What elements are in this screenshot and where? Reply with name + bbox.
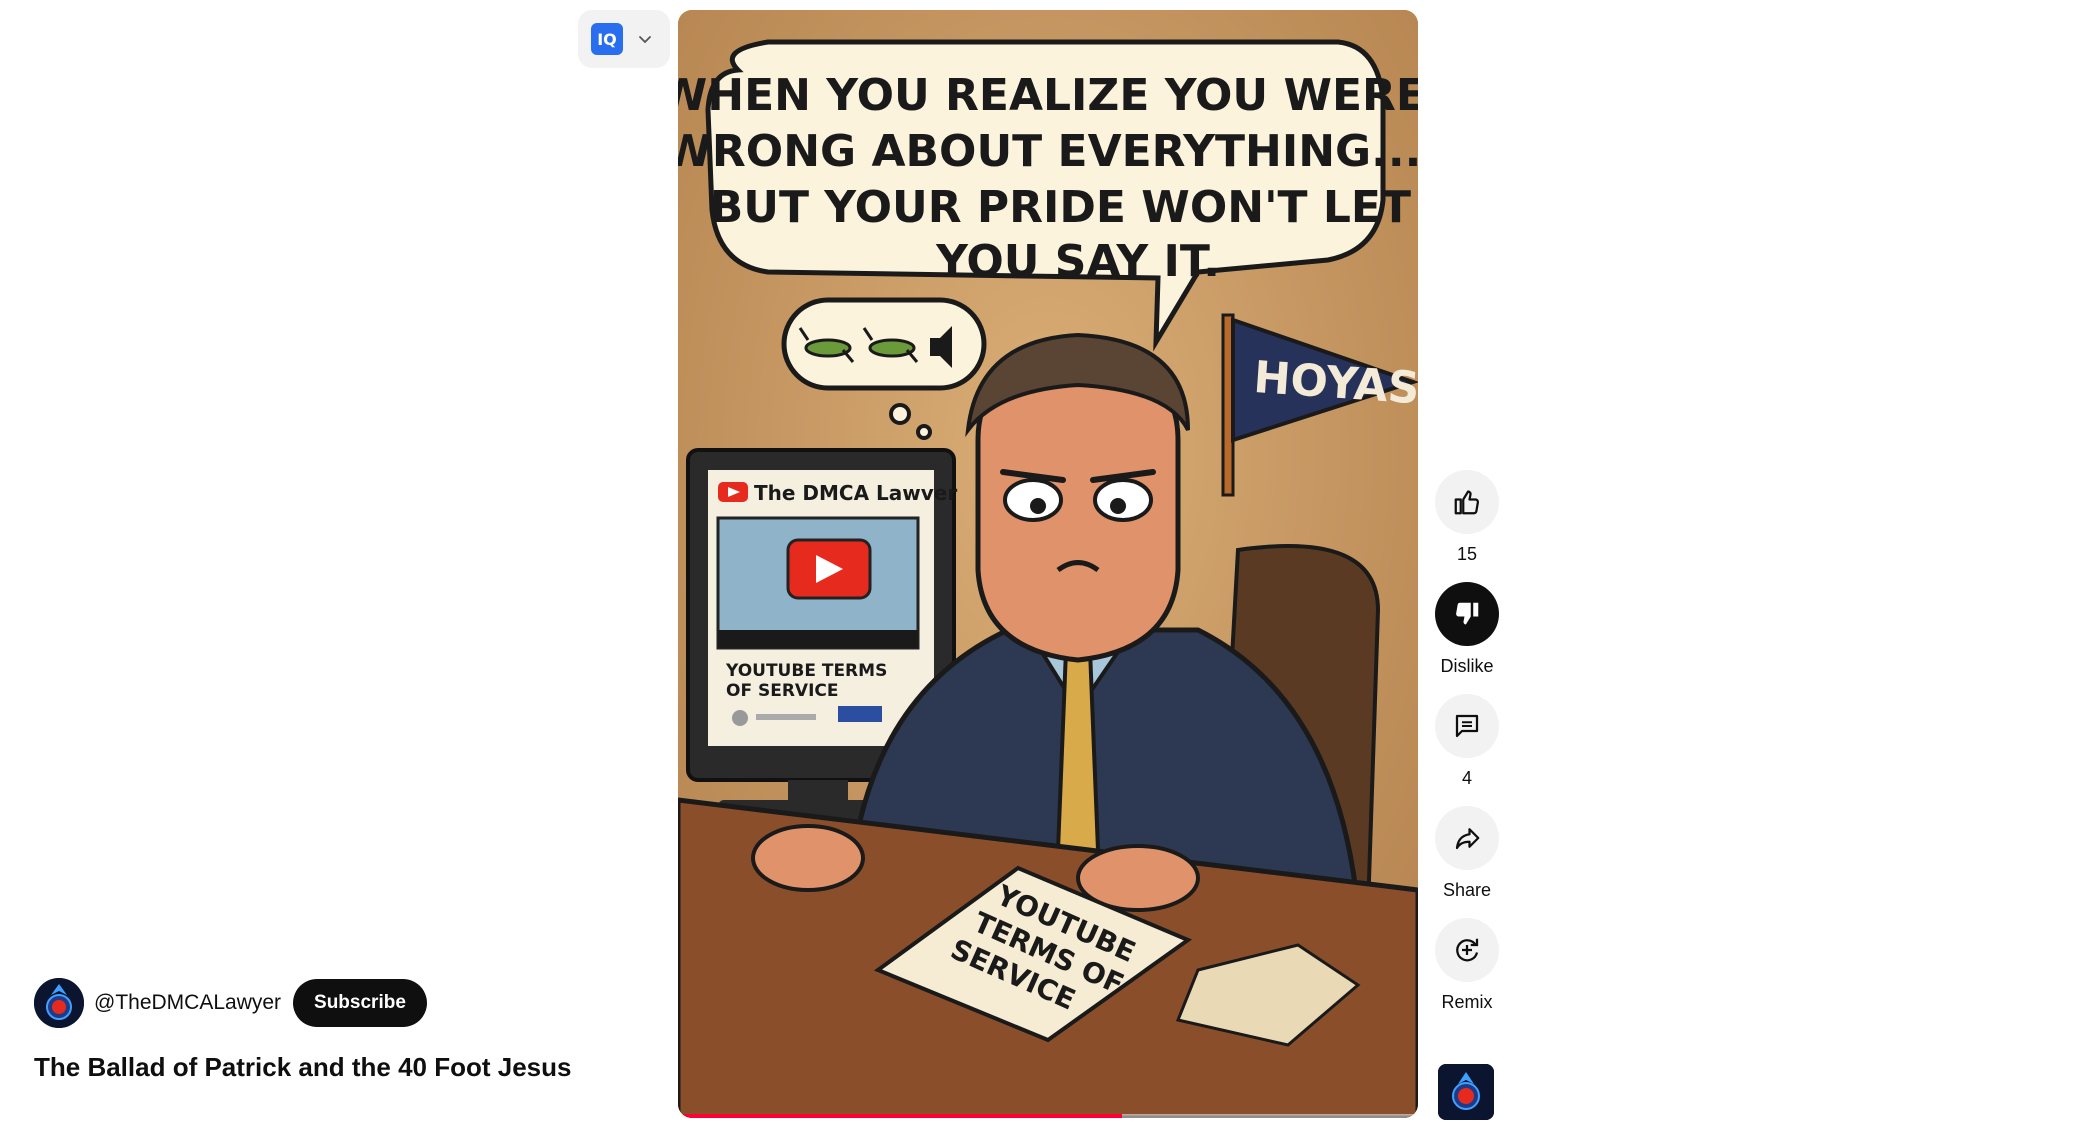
remix-button[interactable] [1435,918,1499,982]
comment-count: 4 [1461,768,1472,788]
share-button[interactable] [1435,806,1499,870]
dislike-button[interactable] [1435,582,1499,646]
sound-channel-thumbnail[interactable] [1438,1064,1494,1120]
video-progress-bar[interactable] [678,1114,1418,1118]
video-progress-fill [678,1114,1122,1118]
remix-action: Remix [1435,918,1499,1013]
channel-logo-icon [1438,1064,1494,1120]
monitor-channel-text: The DMCA Lawver [754,481,957,505]
extension-menu[interactable]: IQ [578,10,670,68]
short-video-player[interactable]: WHEN YOU REALIZE YOU WERE WRONG ABOUT EV… [678,10,1418,1118]
comments-action: 4 [1435,694,1499,789]
subscribe-button[interactable]: Subscribe [293,979,427,1027]
avatar[interactable] [34,978,84,1028]
channel-handle[interactable]: @TheDMCALawyer [94,991,281,1015]
share-action: Share [1435,806,1499,901]
channel-avatar-icon [34,978,84,1028]
extension-logo: IQ [591,23,623,55]
video-frame-illustration: WHEN YOU REALIZE YOU WERE WRONG ABOUT EV… [678,10,1418,1118]
chevron-down-icon [639,36,651,44]
channel-info: @TheDMCALawyer Subscribe [34,978,427,1028]
remix-icon [1456,938,1479,962]
comments-button[interactable] [1435,694,1499,758]
like-action: 15 [1435,470,1499,565]
dislike-action: Dislike [1435,582,1499,677]
like-count: 15 [1456,544,1478,564]
like-button[interactable] [1435,470,1499,534]
short-title[interactable]: The Ballad of Patrick and the 40 Foot Je… [34,1052,571,1083]
share-icon [1455,828,1480,850]
action-rail: 15 Dislike 4 Share Remix [1432,470,1502,1030]
thumbs-up-icon [1454,490,1479,515]
dislike-label: Dislike [1440,656,1494,676]
share-label: Share [1442,880,1492,900]
comment-icon [1455,714,1479,738]
remix-label: Remix [1441,992,1493,1012]
thumbs-down-icon [1456,602,1479,625]
